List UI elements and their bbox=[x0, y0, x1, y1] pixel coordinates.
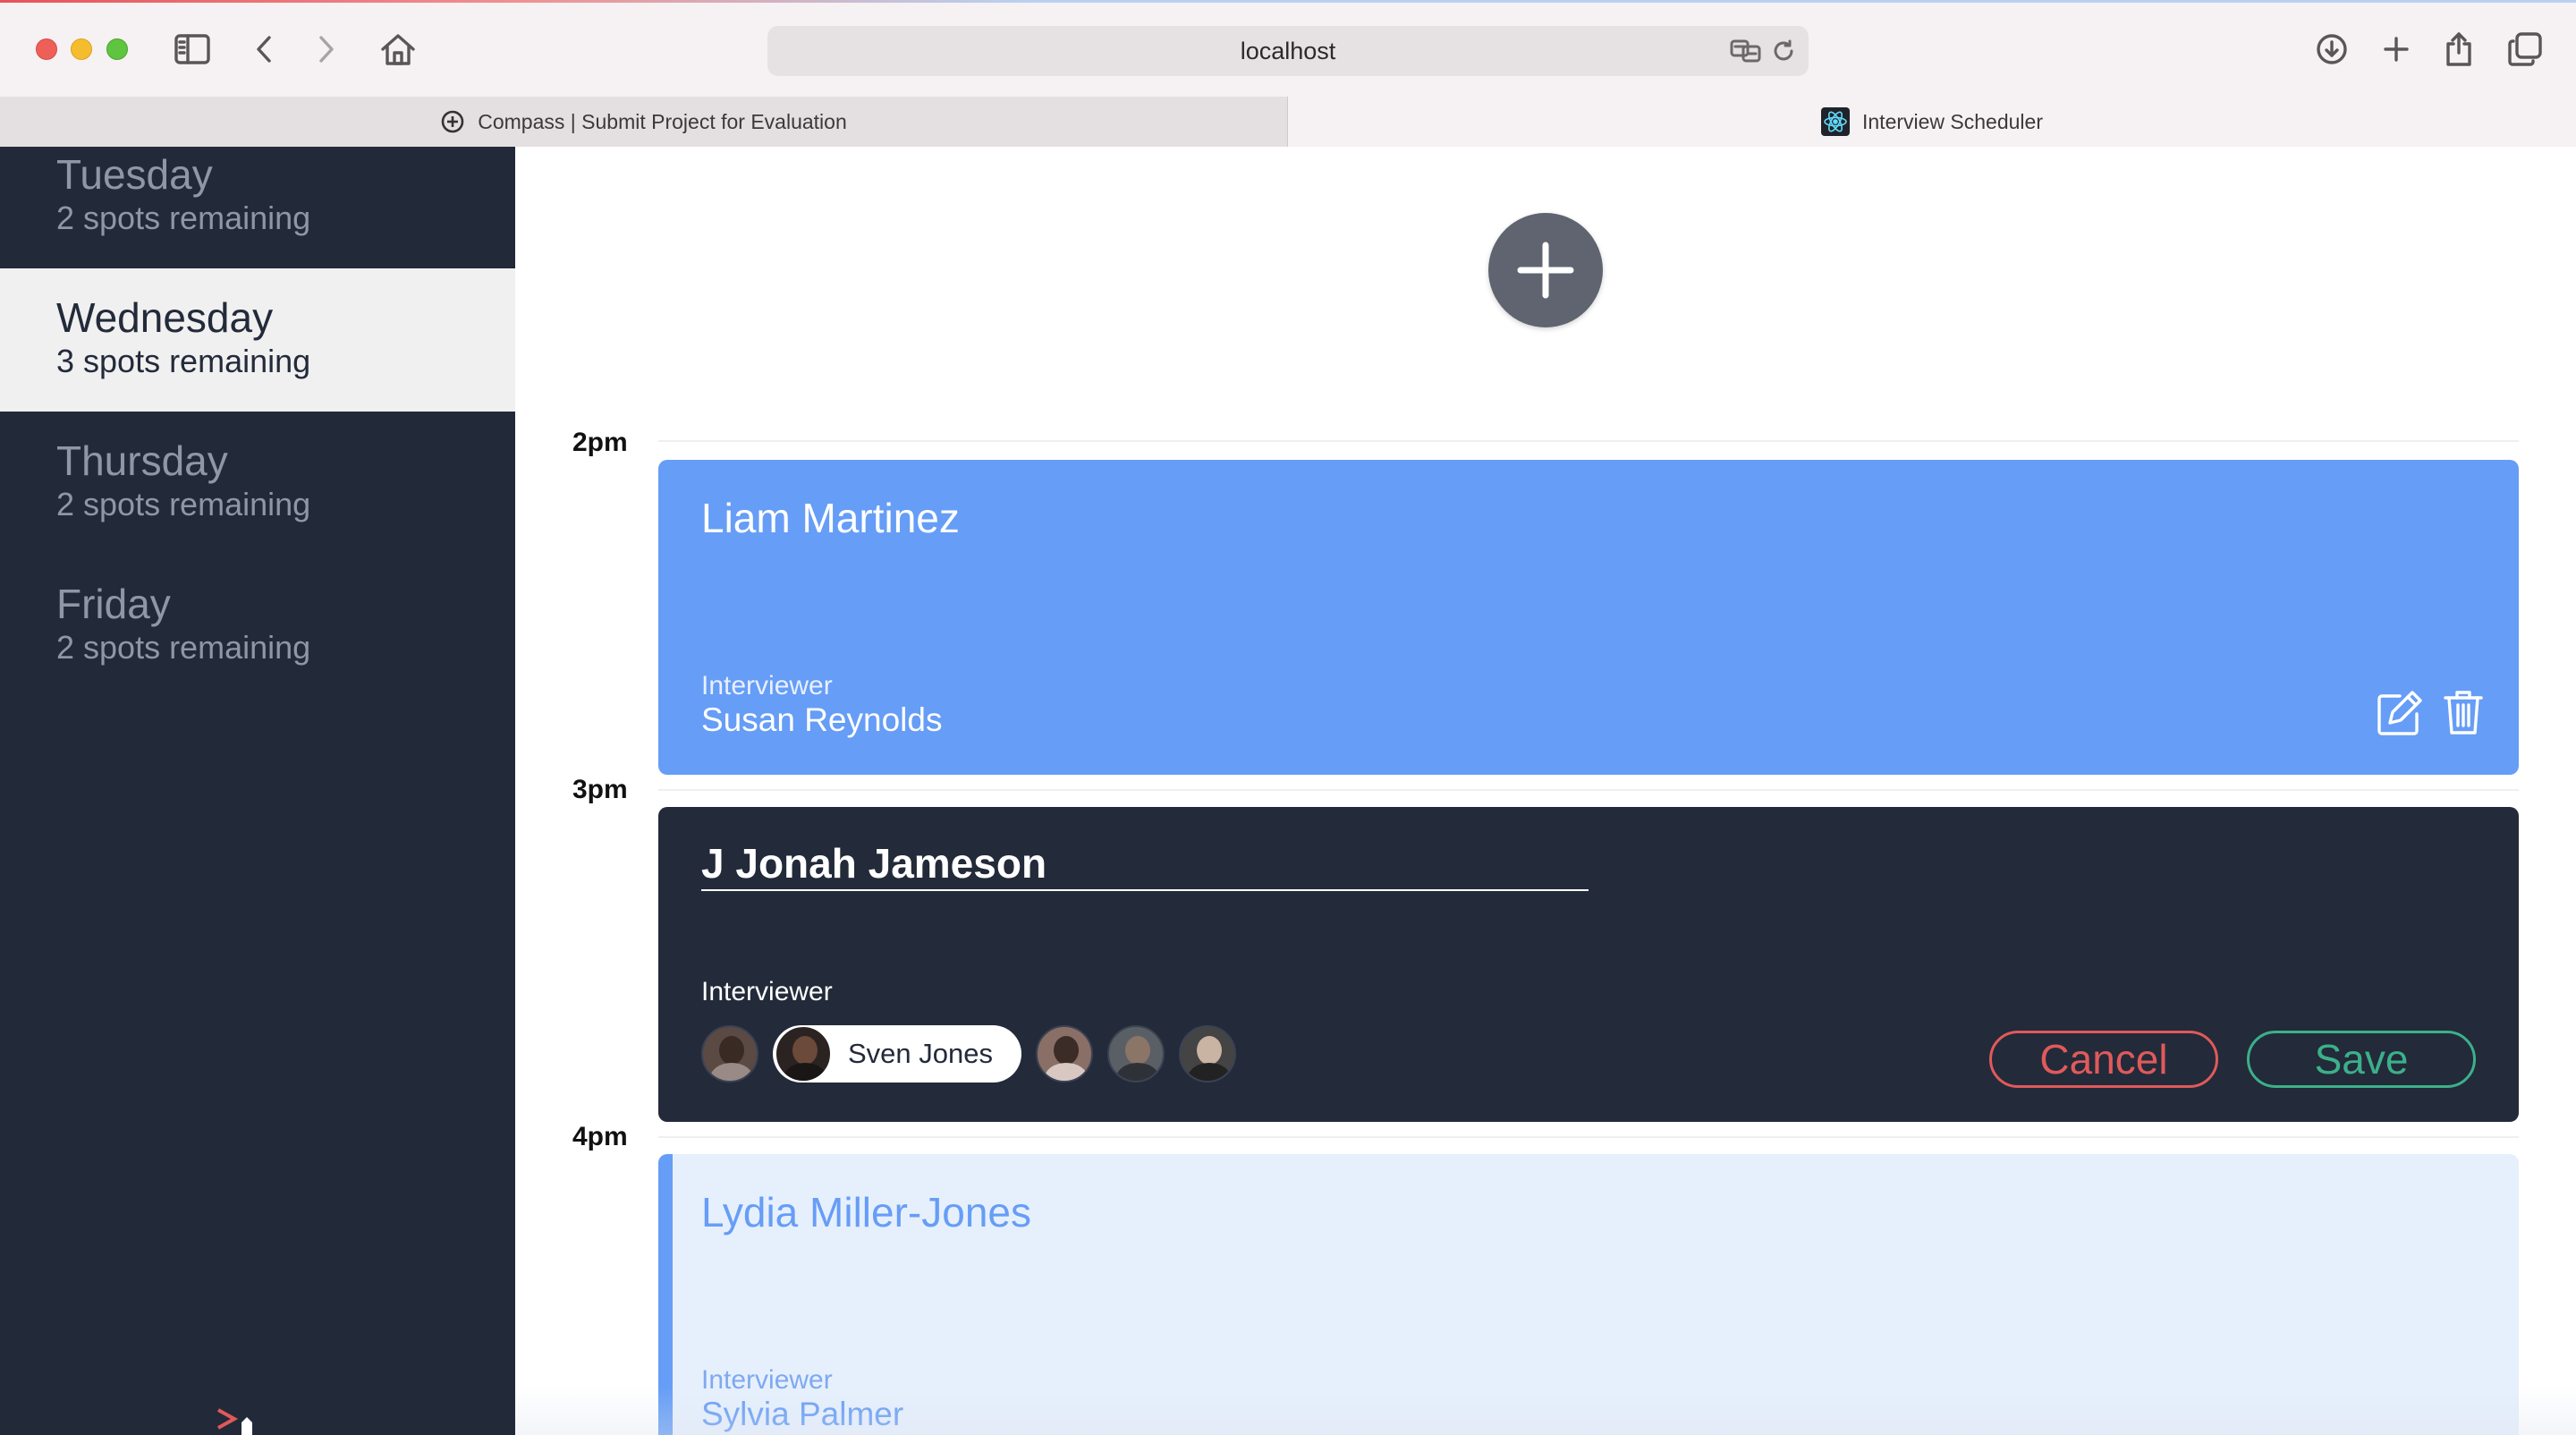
time-separator bbox=[658, 440, 2519, 442]
compass-favicon-icon bbox=[440, 109, 465, 134]
student-name: Lydia Miller-Jones bbox=[701, 1189, 1031, 1235]
day-spots: 2 spots remaining bbox=[56, 486, 311, 522]
student-name: Liam Martinez bbox=[701, 495, 960, 541]
day-list-sidebar: Tuesday 2 spots remaining Wednesday 3 sp… bbox=[0, 147, 515, 1435]
lighthouse-logo-icon bbox=[215, 1406, 268, 1435]
minimize-window-button[interactable] bbox=[71, 38, 92, 60]
address-bar[interactable]: localhost bbox=[767, 26, 1809, 76]
share-icon[interactable] bbox=[2438, 29, 2479, 70]
schedule-main: 2pm Liam Martinez Interviewer Susan Reyn… bbox=[515, 147, 2576, 1435]
day-item-wednesday[interactable]: Wednesday 3 spots remaining bbox=[0, 268, 515, 412]
day-spots: 3 spots remaining bbox=[56, 343, 311, 379]
browser-toolbar: localhost bbox=[0, 0, 2576, 97]
time-label-2pm: 2pm bbox=[572, 428, 628, 457]
interviewer-name: Susan Reynolds bbox=[701, 701, 943, 738]
zoom-window-button[interactable] bbox=[106, 38, 128, 60]
edit-icon[interactable] bbox=[2376, 687, 2426, 737]
day-name: Tuesday bbox=[56, 151, 213, 198]
time-separator bbox=[658, 1136, 2519, 1138]
day-item-thursday[interactable]: Thursday 2 spots remaining bbox=[0, 412, 515, 555]
day-name: Wednesday bbox=[56, 294, 274, 341]
close-window-button[interactable] bbox=[36, 38, 57, 60]
day-name: Thursday bbox=[56, 437, 228, 484]
day-name: Friday bbox=[56, 581, 171, 627]
save-button[interactable]: Save bbox=[2247, 1031, 2476, 1088]
selected-interviewer-name: Sven Jones bbox=[848, 1038, 993, 1069]
day-item-tuesday[interactable]: Tuesday 2 spots remaining bbox=[0, 147, 515, 268]
interviewer-list: Sven Jones bbox=[701, 1025, 1250, 1083]
interviewer-name: Sylvia Palmer bbox=[701, 1396, 904, 1432]
interviewer-avatar[interactable] bbox=[701, 1025, 758, 1083]
new-tab-icon[interactable] bbox=[2376, 29, 2417, 70]
back-icon[interactable] bbox=[243, 29, 284, 70]
time-label-4pm: 4pm bbox=[572, 1122, 628, 1151]
interviewer-label: Interviewer bbox=[701, 671, 833, 701]
tab-label: Interview Scheduler bbox=[1862, 109, 2043, 133]
interviewer-avatar[interactable] bbox=[1036, 1025, 1093, 1083]
student-name-input[interactable] bbox=[701, 837, 1589, 891]
forward-icon[interactable] bbox=[306, 29, 347, 70]
tab-compass[interactable]: Compass | Submit Project for Evaluation bbox=[0, 97, 1288, 147]
browser-chrome: localhost Compass | Submit Project for E… bbox=[0, 0, 2576, 147]
selected-interviewer-chip[interactable]: Sven Jones bbox=[773, 1025, 1021, 1083]
interviewer-avatar[interactable] bbox=[1179, 1025, 1236, 1083]
day-spots: 2 spots remaining bbox=[56, 200, 311, 236]
interviewer-avatar bbox=[775, 1025, 832, 1083]
sidebar-toggle-icon[interactable] bbox=[172, 29, 213, 70]
time-separator bbox=[658, 789, 2519, 791]
interviewer-avatar[interactable] bbox=[1107, 1025, 1165, 1083]
home-icon[interactable] bbox=[377, 29, 419, 70]
interviewer-label: Interviewer bbox=[701, 977, 833, 1006]
plus-icon bbox=[1517, 242, 1574, 299]
tab-label: Compass | Submit Project for Evaluation bbox=[478, 109, 847, 133]
day-spots: 2 spots remaining bbox=[56, 629, 311, 666]
tab-overview-icon[interactable] bbox=[2504, 29, 2546, 70]
interviewer-label: Interviewer bbox=[701, 1365, 833, 1395]
add-appointment-button[interactable] bbox=[1488, 213, 1603, 327]
booked-appointment: Liam Martinez Interviewer Susan Reynolds bbox=[658, 460, 2519, 775]
reload-icon[interactable] bbox=[1766, 33, 1801, 69]
react-favicon-icon bbox=[1821, 107, 1850, 136]
tab-bar: Compass | Submit Project for Evaluation … bbox=[0, 97, 2576, 147]
booked-appointment-next: Lydia Miller-Jones Interviewer Sylvia Pa… bbox=[658, 1154, 2519, 1435]
appointment-form: Interviewer Sven Jones Cancel Save bbox=[658, 807, 2519, 1122]
time-label-3pm: 3pm bbox=[572, 775, 628, 804]
day-item-friday[interactable]: Friday 2 spots remaining bbox=[0, 555, 515, 698]
trash-icon[interactable] bbox=[2438, 687, 2488, 737]
cancel-button[interactable]: Cancel bbox=[1989, 1031, 2218, 1088]
downloads-icon[interactable] bbox=[2311, 29, 2352, 70]
tab-interview-scheduler[interactable]: Interview Scheduler bbox=[1288, 97, 2576, 147]
translate-icon[interactable] bbox=[1728, 33, 1764, 69]
url-text[interactable]: localhost bbox=[767, 26, 1809, 76]
